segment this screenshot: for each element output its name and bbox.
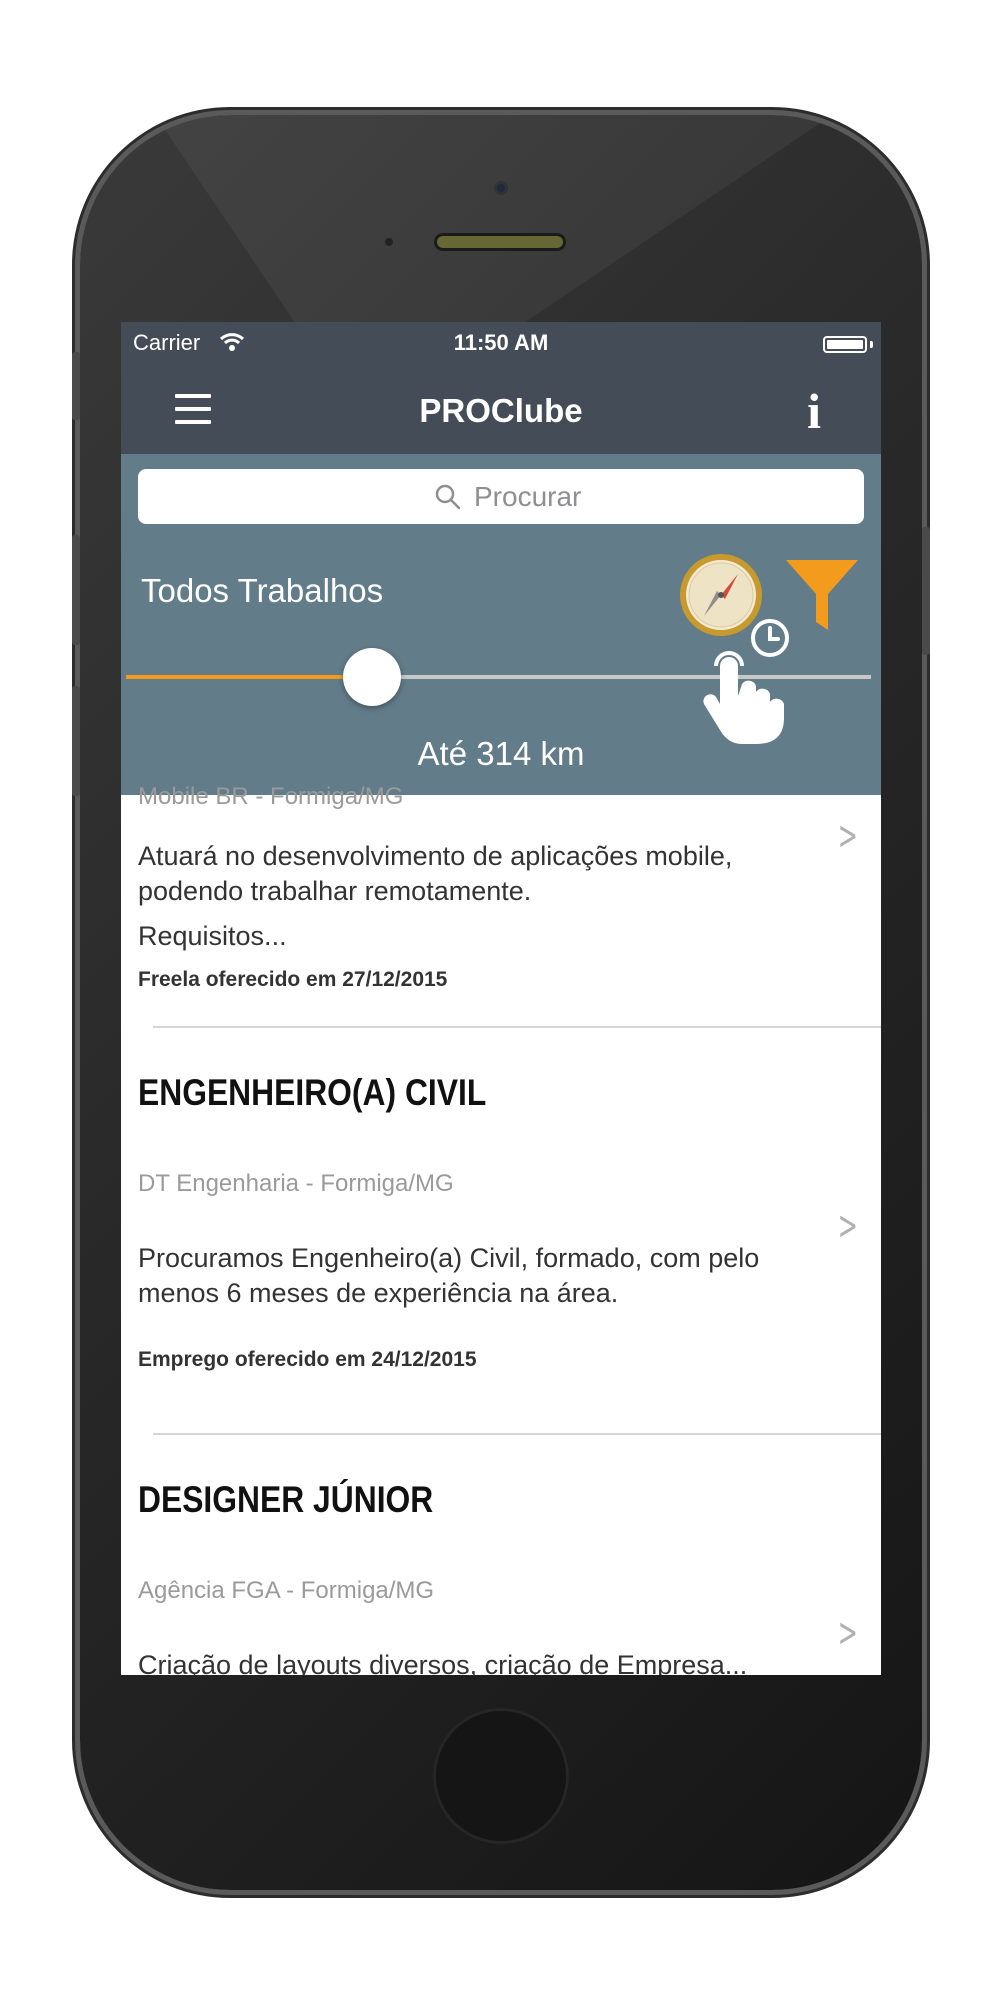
distance-label: Até 314 km [417, 735, 585, 772]
job-company: Agência FGA - Formiga/MG [138, 1577, 435, 1604]
home-button[interactable] [433, 1708, 569, 1844]
job-company: Mobile BR - Formiga/MG [138, 783, 404, 810]
filter-panel: Todos Trabalhos Até 314 km [121, 542, 881, 795]
app-screen: Carrier 11:50 AM PROClube i Procurar Tod… [121, 322, 881, 1675]
search-input[interactable]: Procurar [138, 469, 864, 524]
info-icon[interactable]: i [807, 382, 821, 440]
mute-switch [72, 352, 80, 420]
slider-track-empty [371, 675, 871, 679]
list-item[interactable]: DESIGNER JÚNIOR Agência FGA - Formiga/MG… [121, 1435, 881, 1675]
job-description: Procuramos Engenheiro(a) Civil, formado,… [138, 1243, 760, 1308]
chevron-right-icon: > [837, 1610, 858, 1656]
tap-hand-icon [703, 619, 789, 744]
job-offered-date: Freela oferecido em 27/12/2015 [138, 968, 448, 991]
funnel-icon[interactable] [784, 558, 860, 632]
status-bar: Carrier 11:50 AM [121, 322, 881, 366]
job-title: ENGENHEIRO(A) CIVIL [138, 1072, 487, 1113]
search-bar: Procurar [121, 454, 881, 543]
search-icon [435, 484, 461, 510]
search-placeholder: Procurar [474, 481, 582, 512]
distance-slider-thumb[interactable] [343, 648, 401, 706]
chevron-right-icon: > [837, 813, 858, 859]
app-title: PROClube [419, 392, 583, 429]
job-offered-date: Emprego oferecido em 24/12/2015 [138, 1348, 477, 1371]
job-title: DESIGNER JÚNIOR [138, 1479, 434, 1520]
chevron-right-icon: > [837, 1203, 858, 1249]
battery-tip [870, 341, 873, 348]
list-item[interactable]: Mobile BR - Formiga/MG > Atuará no desen… [121, 783, 881, 1049]
job-description: Criação de layouts diversos, criação de … [138, 1650, 748, 1675]
battery-icon [823, 336, 867, 353]
job-description: Atuará no desenvolvimento de aplicações … [138, 841, 733, 906]
job-extra: Requisitos... [138, 921, 287, 951]
earpiece-speaker [434, 233, 566, 251]
power-button [922, 527, 930, 655]
slider-track-filled [126, 675, 376, 679]
nav-bar: PROClube i [121, 366, 881, 454]
list-item[interactable]: ENGENHEIRO(A) CIVIL DT Engenharia - Form… [121, 1028, 881, 1433]
job-list: Mobile BR - Formiga/MG > Atuará no desen… [121, 783, 881, 1675]
filter-title: Todos Trabalhos [141, 572, 384, 609]
front-camera [494, 181, 508, 195]
job-company: DT Engenharia - Formiga/MG [138, 1170, 454, 1197]
proximity-sensor [385, 238, 393, 246]
status-time: 11:50 AM [453, 330, 549, 355]
volume-down-button [72, 686, 80, 796]
volume-up-button [72, 535, 80, 645]
